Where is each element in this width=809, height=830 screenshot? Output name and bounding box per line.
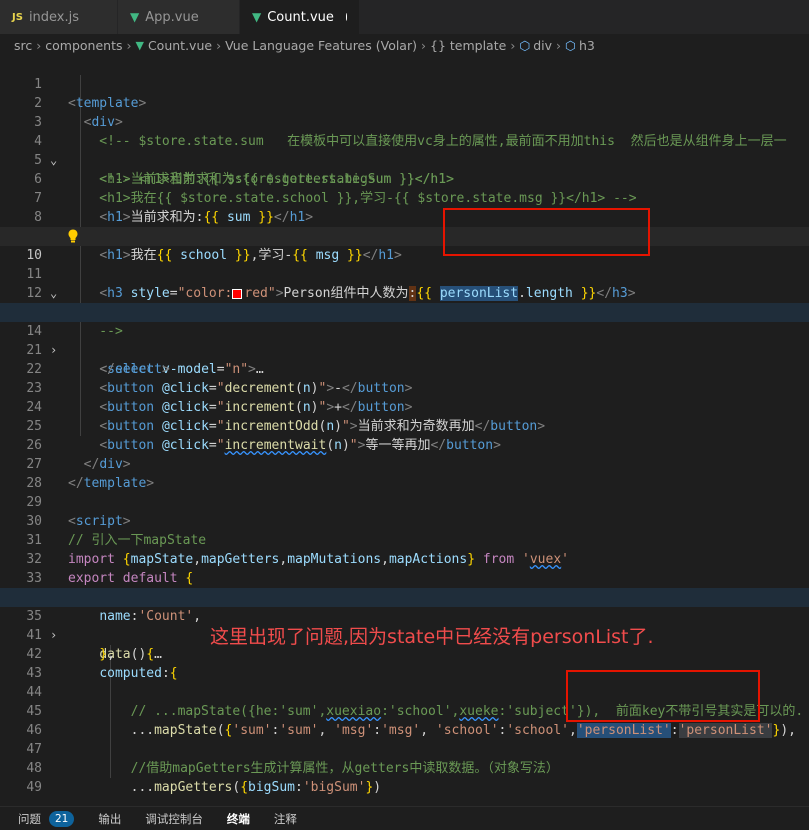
breadcrumb-item[interactable]: Count.vue: [148, 38, 212, 53]
tab-terminal[interactable]: 终端: [227, 811, 250, 827]
code-line: 48 ...mapGetters({bigSum:'bigSum'}): [0, 740, 809, 795]
lightbulb-icon[interactable]: [68, 229, 78, 243]
code-line: 11 ⌄ <!--: [0, 246, 809, 320]
tab-label: 问题: [18, 811, 41, 826]
breadcrumb-item[interactable]: Vue Language Features (Volar): [225, 38, 417, 53]
code-line: 1 <template>: [0, 56, 809, 111]
code-line: 32 export default {: [0, 531, 809, 586]
vue-file-icon: ▼: [252, 10, 262, 24]
code-line: 29 <script>: [0, 474, 809, 529]
chevron-right-icon: ›: [510, 37, 516, 53]
code-line: 7 <h1>当前求和为:{{ sum }}</h1>: [0, 170, 809, 225]
code-line: 25 <button @click="incrementwait(n)">等一等…: [0, 398, 809, 453]
code-line: 26 </div>: [0, 417, 809, 472]
tab-app-vue[interactable]: ▼ App.vue: [118, 0, 240, 34]
unsaved-dot-icon[interactable]: [345, 13, 347, 21]
vue-file-icon: ▼: [135, 38, 144, 52]
code-line: 24 <button @click="incrementOdd(n)">当前求和…: [0, 379, 809, 434]
tab-output[interactable]: 输出: [98, 811, 121, 827]
code-line: 8 <h1>当前求和为:{{ bigSum }}</h1>: [0, 189, 809, 244]
breadcrumb-item[interactable]: components: [45, 38, 122, 53]
code-line: 46: [0, 702, 809, 738]
code-line: 3 <!-- $store.state.sum 在模板中可以直接使用vc身上的属…: [0, 94, 809, 149]
code-line: 6 <h1>我在{{ $store.state.school }},学习-{{ …: [0, 151, 809, 206]
code-line: 4 ⌄ <!-- <h1>当前求和为:{{ $store.state.sum }…: [0, 113, 809, 187]
code-line: 34 name:'Count',: [0, 569, 809, 624]
cube-symbol-icon: ⬡: [519, 37, 531, 53]
code-line: 23 <button @click="increment(n)">+</butt…: [0, 360, 809, 415]
cube-symbol-icon: ⬡: [565, 37, 576, 53]
code-line: 44 // ...mapState({he:'sum',xuexiao:'sch…: [0, 664, 809, 719]
chevron-right-icon: ›: [36, 37, 42, 53]
code-line: 30 // 引入一下mapState: [0, 493, 809, 548]
code-line: 13 -->: [0, 284, 809, 339]
code-line: 22 <button @click="decrement(n)">-</butt…: [0, 341, 809, 396]
code-line: 33: [0, 550, 809, 586]
code-line: 28: [0, 455, 809, 491]
tab-comments[interactable]: 注释: [274, 811, 297, 827]
tab-label: 终端: [226, 811, 250, 826]
code-line-current: 10 <h3 style="color: red">Person组件中人数为:{{…: [0, 227, 809, 301]
line-number: 50: [0, 797, 42, 798]
code-line: 9 <h1>我在{{ school }},学习-{{ msg }}</h1>: [0, 208, 809, 263]
error-annotation: 这里出现了问题,因为state中已经没有personList了.: [210, 626, 654, 648]
tab-label: App.vue: [145, 9, 199, 25]
chevron-right-icon: ›: [421, 37, 426, 53]
javascript-file-icon: JS: [12, 11, 23, 23]
breadcrumb-item[interactable]: {} template: [430, 38, 506, 53]
code-line: 21 </select>: [0, 322, 809, 377]
code-line: 47 //借助mapGetters生成计算属性，从getters中读取数据。（对…: [0, 721, 809, 776]
tab-label: Count.vue: [267, 9, 334, 25]
problems-count-badge: 21: [49, 810, 75, 827]
chevron-right-icon: ›: [126, 37, 132, 53]
breadcrumb-item[interactable]: src: [14, 38, 32, 53]
chevron-right-icon: ›: [216, 37, 222, 53]
tab-problems[interactable]: 问题 21: [18, 810, 75, 827]
tab-label: index.js: [28, 9, 80, 25]
code-line: 2 <div>: [0, 75, 809, 130]
code-editor[interactable]: 1 <template> 2 <div> 3 <!-- $store.state…: [0, 56, 809, 798]
tab-index-js[interactable]: JS index.js: [0, 0, 118, 34]
code-line: 12 <select v-model.number="n"> 这样写就等于是将n…: [0, 265, 809, 320]
breadcrumb-item[interactable]: h3: [579, 38, 595, 53]
bottom-panel-tabs: 问题 21 输出 调试控制台 终端 注释: [0, 806, 809, 830]
vue-file-icon: ▼: [130, 10, 140, 24]
tab-count-vue[interactable]: ▼ Count.vue: [240, 0, 360, 34]
code-line: 45 ...mapState({'sum':'sum', 'msg':'msg'…: [0, 683, 809, 738]
code-line: 50 },: [0, 778, 809, 797]
breadcrumb-item[interactable]: div: [533, 38, 552, 53]
code-line-folded: 14 › <select v-model="n">…: [0, 303, 809, 377]
tab-label: 输出: [98, 811, 122, 826]
editor-tab-bar: JS index.js ▼ App.vue ▼ Count.vue: [0, 0, 809, 34]
chevron-right-icon: ›: [556, 37, 562, 53]
code-line: 27 </template>: [0, 436, 809, 491]
tab-label: 注释: [273, 811, 297, 826]
tab-debug-console[interactable]: 调试控制台: [145, 811, 203, 827]
code-line-folded: 35 › data(){…: [0, 588, 809, 662]
code-line: 31 import {mapState,mapGetters,mapMutati…: [0, 512, 809, 567]
code-line: 5 <h1>当前求和为:{{ $store.getters.bigSum }}<…: [0, 132, 809, 187]
breadcrumb: src › components › ▼ Count.vue › Vue Languag…: [0, 34, 809, 56]
code-line: 49: [0, 759, 809, 795]
tab-label: 调试控制台: [145, 811, 203, 826]
